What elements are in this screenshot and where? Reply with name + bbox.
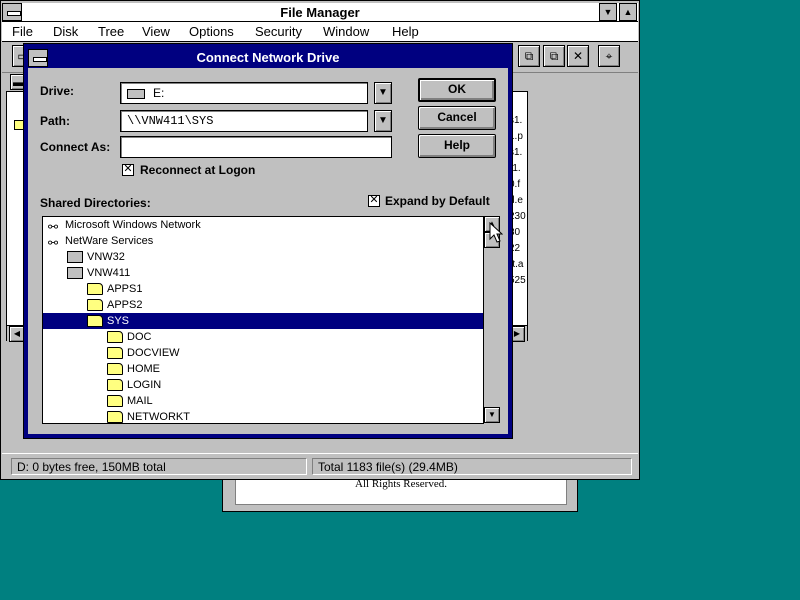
paste-button[interactable]: ⧉ — [543, 45, 565, 67]
paste-icon: ⧉ — [549, 49, 559, 63]
file-manager-titlebar[interactable]: File Manager ▼ ▲ — [2, 3, 638, 22]
minimize-icon: ▼ — [603, 7, 613, 17]
tree-vertical-scrollbar[interactable]: ▲ ▼ — [483, 216, 500, 424]
menu-view[interactable]: View — [142, 24, 170, 39]
folder-icon — [107, 379, 123, 392]
dialog-titlebar[interactable]: Connect Network Drive — [28, 48, 508, 68]
tree-item[interactable]: NETWORKT — [107, 409, 190, 423]
help-button[interactable]: Help — [418, 134, 496, 158]
drive-combobox[interactable]: E: — [120, 82, 368, 104]
tree-item-label: DOCVIEW — [127, 347, 180, 359]
path-label: Path: — [40, 114, 70, 128]
scroll-down-button[interactable]: ▼ — [484, 407, 500, 423]
help-pointer-button[interactable]: ⌖ — [598, 45, 620, 67]
menu-file[interactable]: File — [12, 24, 33, 39]
window-title: File Manager — [280, 5, 360, 20]
tree-item[interactable]: APPS2 — [87, 297, 142, 313]
status-disk-space: D: 0 bytes free, 150MB total — [11, 458, 307, 475]
scroll-down-icon: ▼ — [488, 410, 496, 419]
menu-options[interactable]: Options — [189, 24, 234, 39]
tree-item[interactable]: MAIL — [107, 393, 153, 409]
path-input[interactable]: \\VNW411\SYS — [120, 110, 368, 132]
check-icon: ✕ — [123, 163, 133, 175]
tree-item-label: APPS1 — [107, 283, 143, 295]
tree-item[interactable]: HOME — [107, 361, 160, 377]
maximize-icon: ▲ — [623, 7, 633, 17]
menu-security[interactable]: Security — [255, 24, 302, 39]
server-icon — [67, 267, 83, 280]
reconnect-label[interactable]: Reconnect at Logon — [140, 163, 255, 177]
scroll-left-button[interactable]: ◀ — [9, 326, 25, 342]
dialog-title: Connect Network Drive — [196, 50, 340, 65]
ok-button[interactable]: OK — [418, 78, 496, 102]
connect-as-input[interactable] — [120, 136, 392, 158]
delete-button[interactable]: ✕ — [567, 45, 589, 67]
folder-icon — [107, 395, 123, 408]
folder-icon — [107, 411, 123, 423]
tree-item[interactable]: APPS1 — [87, 281, 142, 297]
folder-icon — [107, 331, 123, 344]
tree-item-label: NETWORKT — [127, 411, 190, 423]
check-icon: ✕ — [369, 194, 379, 206]
cancel-button[interactable]: Cancel — [418, 106, 496, 130]
scroll-left-icon: ◀ — [13, 329, 21, 338]
network-icon: ⚯ — [47, 220, 59, 235]
tree-item-label: Microsoft Windows Network — [65, 219, 201, 231]
drive-dropdown-button[interactable]: ▼ — [374, 82, 392, 104]
drive-label: Drive: — [40, 84, 74, 98]
tree-item-label: HOME — [127, 363, 160, 375]
tree-item-label: APPS2 — [107, 299, 143, 311]
shared-directories-label: Shared Directories: — [40, 196, 151, 210]
drive-value: E: — [153, 86, 165, 100]
network-drive-icon — [127, 88, 145, 99]
menu-disk[interactable]: Disk — [53, 24, 78, 39]
expand-by-default-checkbox[interactable]: ✕ — [368, 195, 380, 207]
tree-item[interactable]: VNW411 — [67, 265, 130, 281]
scroll-right-icon: ▶ — [513, 329, 521, 338]
mouse-pointer-icon — [489, 222, 503, 243]
tree-item-label: NetWare Services — [65, 235, 154, 247]
tree-item[interactable]: VNW32 — [67, 249, 125, 265]
menu-help[interactable]: Help — [392, 24, 419, 39]
menu-bar: File Disk Tree View Options Security Win… — [2, 22, 638, 42]
delete-icon: ✕ — [572, 49, 584, 63]
tree-item-label: VNW32 — [87, 251, 125, 263]
folder-icon — [107, 363, 123, 376]
tree-item[interactable]: DOCVIEW — [107, 345, 180, 361]
tree-item[interactable]: ⚯ NetWare Services — [45, 233, 154, 251]
menu-tree[interactable]: Tree — [98, 24, 124, 39]
tree-item[interactable]: ⚯ Microsoft Windows Network — [45, 217, 201, 235]
shared-directories-tree: ⚯ Microsoft Windows Network ⚯ NetWare Serv… — [42, 216, 500, 424]
connect-network-drive-dialog: Connect Network Drive Drive: E: ▼ Path: … — [23, 43, 513, 439]
tree-item[interactable]: DOC — [107, 329, 151, 345]
folder-icon — [87, 283, 103, 296]
tree-item-selected[interactable]: SYS — [43, 313, 483, 329]
path-dropdown-button[interactable]: ▼ — [374, 110, 392, 132]
tree-item-label: DOC — [127, 331, 152, 343]
folder-icon — [107, 347, 123, 360]
expand-by-default-label[interactable]: Expand by Default — [385, 194, 490, 208]
server-icon — [67, 251, 83, 264]
tree-item-label: MAIL — [127, 395, 153, 407]
tree-item[interactable]: LOGIN — [107, 377, 161, 393]
copy-button[interactable]: ⧉ — [518, 45, 540, 67]
maximize-button[interactable]: ▲ — [619, 3, 637, 21]
copy-icon: ⧉ — [524, 49, 534, 63]
connect-as-label: Connect As: — [40, 140, 111, 154]
status-file-total: Total 1183 file(s) (29.4MB) — [312, 458, 632, 475]
tree-item-label: LOGIN — [127, 379, 162, 391]
tree-item-label: SYS — [107, 315, 130, 327]
minimize-button[interactable]: ▼ — [599, 3, 617, 21]
status-bar: D: 0 bytes free, 150MB total Total 1183 … — [2, 453, 638, 479]
drive-label-text: Drive: — [40, 84, 75, 98]
chevron-down-icon: ▼ — [378, 115, 388, 126]
tree-item-label: VNW411 — [87, 267, 131, 279]
folder-icon — [87, 299, 103, 312]
reconnect-checkbox[interactable]: ✕ — [122, 164, 134, 176]
menu-window[interactable]: Window — [323, 24, 369, 39]
network-icon: ⚯ — [47, 236, 59, 251]
help-pointer-icon: ⌖ — [605, 49, 613, 63]
chevron-down-icon: ▼ — [378, 87, 388, 98]
open-folder-icon — [87, 315, 103, 328]
